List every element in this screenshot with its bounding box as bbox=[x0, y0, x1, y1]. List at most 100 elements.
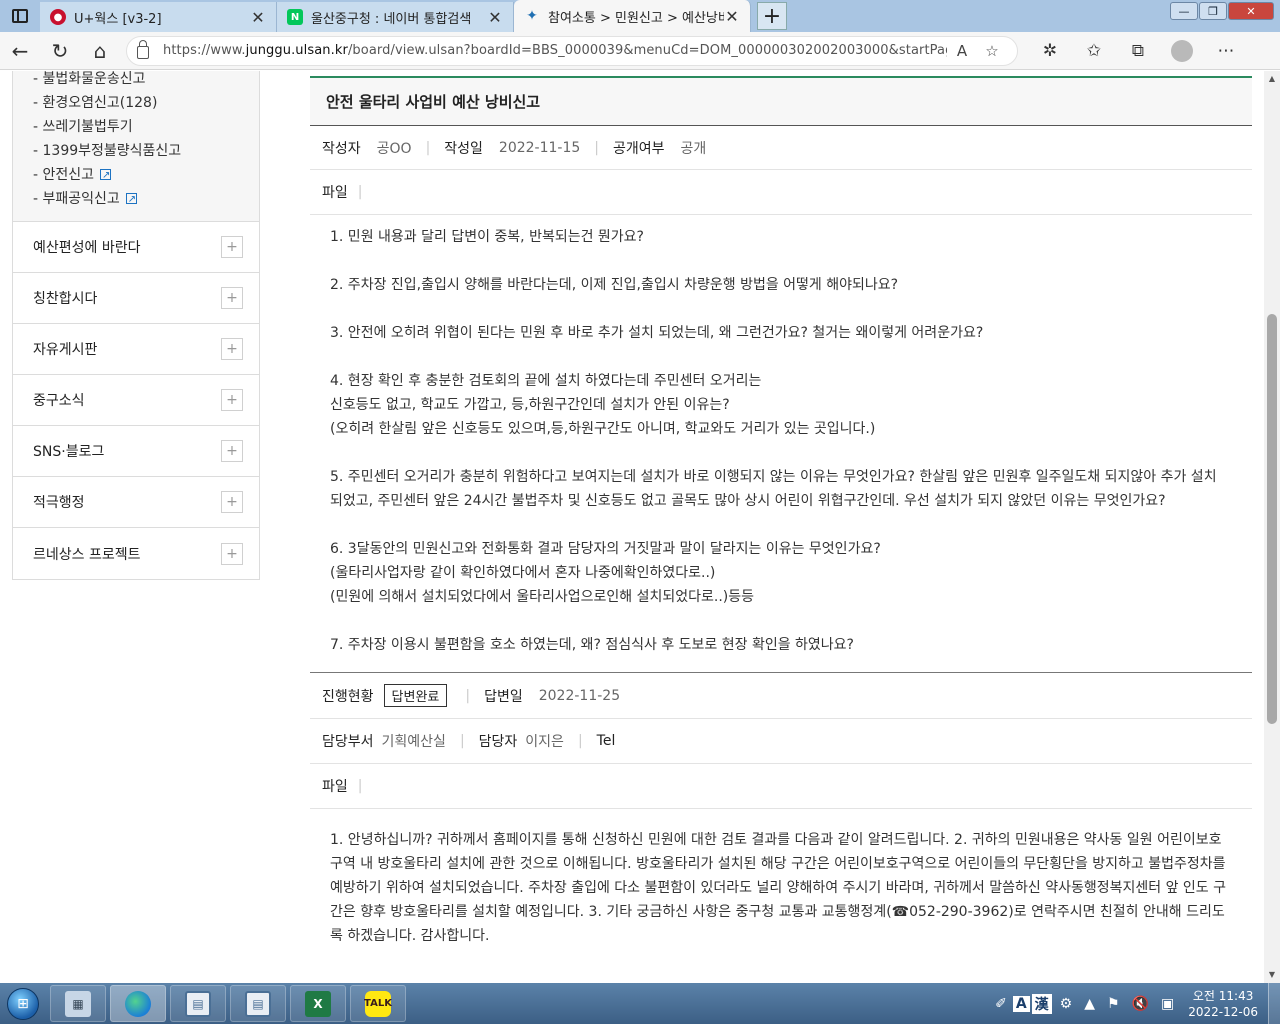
expand-plus-icon[interactable]: + bbox=[221, 287, 243, 309]
back-button[interactable]: ← bbox=[0, 33, 40, 69]
author-label: 작성자 bbox=[322, 140, 361, 157]
answer-status-row: 진행현황 답변완료 | 답변일 2022-11-25 bbox=[310, 673, 1252, 719]
sidebar-item-label: 자유게시판 bbox=[33, 342, 98, 358]
answer-date-value: 2022-11-25 bbox=[538, 687, 621, 704]
expand-plus-icon[interactable]: + bbox=[221, 236, 243, 258]
language-bar-icon[interactable]: ✐ bbox=[995, 996, 1007, 1012]
more-menu-icon[interactable]: ⋯ bbox=[1204, 33, 1248, 69]
expand-plus-icon[interactable]: + bbox=[221, 338, 243, 360]
vertical-scrollbar[interactable]: ▲ ▼ bbox=[1264, 71, 1280, 983]
system-tray: ✐ A 漢 ⚙ ▲ ⚑ 🔇 ▣ 오전 11:43 2022-12-06 bbox=[989, 983, 1280, 1024]
sidebar-subitem-label: - 안전신고 bbox=[33, 167, 95, 183]
show-desktop-button[interactable] bbox=[1268, 983, 1280, 1024]
post-view: 안전 울타리 사업비 예산 낭비신고 작성자 공OO | 작성일 2022-11… bbox=[310, 76, 1252, 948]
tab-title: 참여소통 > 민원신고 > 예산낭비 bbox=[548, 10, 724, 26]
sidebar-item-praise[interactable]: 칭찬합시다 + bbox=[13, 273, 259, 324]
tab-naver-search[interactable]: N 울산중구청 : 네이버 통합검색 ✕ bbox=[277, 2, 514, 32]
body-line: (오히려 한살림 앞은 신호등도 있으며,등,하원구간도 아니며, 학교와도 거… bbox=[330, 421, 876, 437]
close-icon[interactable]: ✕ bbox=[250, 8, 266, 27]
close-icon[interactable]: ✕ bbox=[487, 8, 503, 27]
hanja-indicator[interactable]: 漢 bbox=[1031, 993, 1052, 1014]
public-label: 공개여부 bbox=[613, 140, 665, 157]
divider: | bbox=[357, 778, 363, 794]
sidebar-item-sns[interactable]: SNS·블로그 + bbox=[13, 426, 259, 477]
expand-plus-icon[interactable]: + bbox=[221, 389, 243, 411]
dept-value: 기획예산실 bbox=[381, 734, 446, 750]
body-line bbox=[330, 249, 1232, 273]
ime-mode-indicator[interactable]: A bbox=[1012, 995, 1030, 1012]
close-icon[interactable]: ✕ bbox=[724, 7, 740, 26]
taskbar-app-excel[interactable]: X bbox=[290, 985, 346, 1022]
body-line: 4. 현장 확인 후 충분한 검토회의 끝에 설치 하였다는데 주민센터 오거리… bbox=[330, 373, 762, 389]
collections-icon[interactable]: ⧉ bbox=[1116, 33, 1160, 69]
excel-icon: X bbox=[305, 990, 331, 1017]
taskbar-app-window-2[interactable]: ▤ bbox=[230, 985, 286, 1022]
body-line bbox=[330, 297, 1232, 321]
sidebar-item-label: 중구소식 bbox=[33, 393, 85, 409]
taskbar-app-kakaotalk[interactable]: TALK bbox=[350, 985, 406, 1022]
volume-muted-icon[interactable]: 🔇 bbox=[1132, 996, 1149, 1012]
file-label: 파일 bbox=[322, 779, 348, 795]
close-window-button[interactable]: ✕ bbox=[1228, 2, 1274, 20]
add-favorite-icon[interactable]: ☆ bbox=[977, 42, 1007, 60]
refresh-button[interactable]: ↻ bbox=[40, 33, 80, 69]
page-viewport: - 불법화물운송신고 - 환경오염신고(128) - 쓰레기불법투기 - 139… bbox=[0, 71, 1264, 983]
tab-title: 울산중구청 : 네이버 통합검색 bbox=[311, 11, 472, 27]
sidebar-item-free-board[interactable]: 자유게시판 + bbox=[13, 324, 259, 375]
expand-plus-icon[interactable]: + bbox=[221, 440, 243, 462]
favorites-icon[interactable]: ✩ bbox=[1072, 33, 1116, 69]
body-line: 5. 주민센터 오거리가 충분히 위험하다고 보여지는데 설치가 바로 이행되지… bbox=[330, 469, 1217, 509]
sidebar-item-active-admin[interactable]: 적극행정 + bbox=[13, 477, 259, 528]
lock-icon[interactable] bbox=[137, 40, 149, 59]
expand-plus-icon[interactable]: + bbox=[221, 491, 243, 513]
sidebar-subitem[interactable]: - 쓰레기불법투기 bbox=[33, 115, 259, 139]
tab-junggu-complaint[interactable]: ✦ 참여소통 > 민원신고 > 예산낭비 ✕ bbox=[514, 0, 751, 32]
address-bar[interactable]: https://www.junggu.ulsan.kr/board/view.u… bbox=[126, 35, 1018, 66]
start-button[interactable]: ⊞ bbox=[0, 983, 46, 1024]
new-tab-button[interactable]: + bbox=[757, 2, 787, 30]
post-title: 안전 울타리 사업비 예산 낭비신고 bbox=[310, 76, 1252, 126]
sidebar-item-news[interactable]: 중구소식 + bbox=[13, 375, 259, 426]
date-value: 2022-11-15 bbox=[498, 139, 581, 156]
show-hidden-icons[interactable]: ▲ bbox=[1084, 996, 1095, 1012]
body-line bbox=[330, 609, 1232, 633]
tel-label: Tel bbox=[596, 733, 616, 749]
sidebar-subitem[interactable]: - 1399부정불량식품신고 bbox=[33, 139, 259, 163]
clock[interactable]: 오전 11:43 2022-12-06 bbox=[1188, 988, 1258, 1020]
taskbar-app-edge[interactable] bbox=[110, 985, 166, 1022]
sidebar-subitem[interactable]: - 환경오염신고(128) bbox=[33, 91, 259, 115]
author-value: 공OO bbox=[376, 140, 412, 157]
body-line: 6. 3달동안의 민원신고와 전화통화 결과 담당자의 거짓말과 말이 달라지는… bbox=[330, 541, 881, 557]
taskbar-app-window-1[interactable]: ▤ bbox=[170, 985, 226, 1022]
url-text[interactable]: https://www.junggu.ulsan.kr/board/view.u… bbox=[163, 43, 947, 58]
read-aloud-icon[interactable]: A bbox=[947, 42, 977, 60]
tab-uplus-works[interactable]: ● U+웍스 [v3-2] ✕ bbox=[40, 2, 277, 32]
post-file-row: 파일 | bbox=[310, 170, 1252, 215]
lguplus-icon: ● bbox=[50, 9, 66, 25]
calculator-icon: ▦ bbox=[65, 990, 91, 1017]
sidebar-item-budget[interactable]: 예산편성에 바란다 + bbox=[13, 222, 259, 273]
sidebar-subitem-safety-report[interactable]: - 안전신고 bbox=[33, 163, 259, 188]
scrollbar-thumb[interactable] bbox=[1267, 314, 1277, 724]
scroll-up-icon[interactable]: ▲ bbox=[1264, 71, 1280, 87]
sidebar-item-renaissance[interactable]: 르네상스 프로젝트 + bbox=[13, 528, 259, 579]
dept-label: 담당부서 bbox=[322, 734, 374, 750]
extensions-icon[interactable]: ✲ bbox=[1028, 33, 1072, 69]
restore-button[interactable]: ❐ bbox=[1199, 2, 1227, 20]
network-icon[interactable]: ▣ bbox=[1161, 996, 1174, 1012]
sidebar-subitem[interactable]: - 불법화물운송신고 bbox=[33, 71, 259, 91]
action-center-flag-icon[interactable]: ⚑ bbox=[1107, 996, 1120, 1012]
answer-date-label: 답변일 bbox=[484, 688, 523, 705]
taskbar-app-calculator[interactable]: ▦ bbox=[50, 985, 106, 1022]
minimize-button[interactable]: — bbox=[1170, 2, 1198, 20]
sidebar-subitem-corruption-report[interactable]: - 부패공익신고 bbox=[33, 187, 259, 212]
window-icon: ▤ bbox=[245, 990, 271, 1017]
sidebar-subitem-label: - 쓰레기불법투기 bbox=[33, 119, 133, 135]
tab-actions-button[interactable] bbox=[0, 0, 40, 32]
home-button[interactable]: ⌂ bbox=[80, 33, 120, 69]
expand-plus-icon[interactable]: + bbox=[221, 542, 243, 565]
scroll-down-icon[interactable]: ▼ bbox=[1264, 967, 1280, 983]
profile-avatar[interactable] bbox=[1160, 33, 1204, 69]
divider: | bbox=[577, 733, 583, 749]
ime-settings-icon[interactable]: ⚙ bbox=[1060, 996, 1073, 1012]
